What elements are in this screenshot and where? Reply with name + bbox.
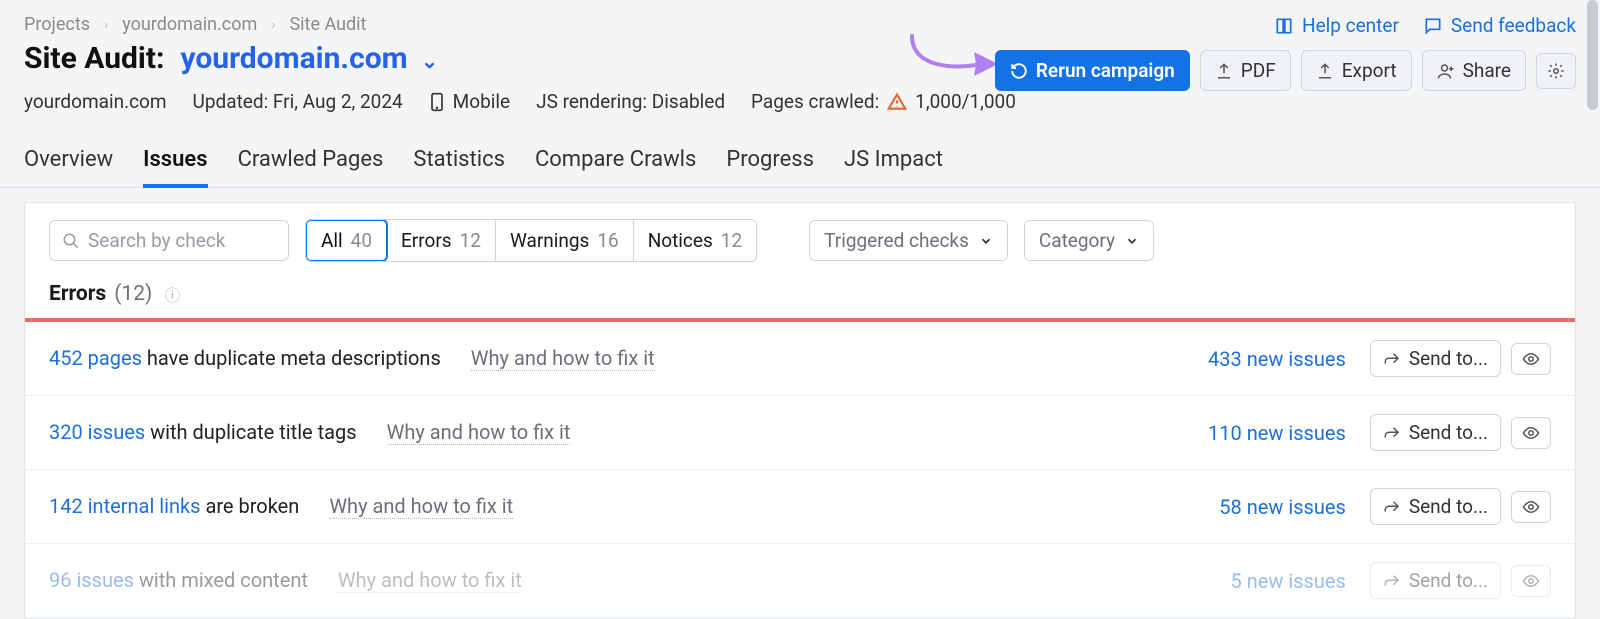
why-how-link[interactable]: Why and how to fix it <box>471 346 655 371</box>
meta-updated: Updated: Fri, Aug 2, 2024 <box>193 90 403 113</box>
send-to-button[interactable]: Send to... <box>1370 562 1501 599</box>
eye-icon <box>1520 424 1542 442</box>
settings-button[interactable] <box>1536 53 1576 89</box>
segment-all[interactable]: All 40 <box>305 219 388 262</box>
chevron-down-icon: ⌄ <box>421 49 438 73</box>
send-feedback-link[interactable]: Send feedback <box>1423 14 1576 37</box>
send-feedback-label: Send feedback <box>1451 14 1576 37</box>
why-how-link[interactable]: Why and how to fix it <box>338 568 522 593</box>
segment-errors[interactable]: Errors 12 <box>387 220 496 261</box>
pdf-label: PDF <box>1241 59 1276 82</box>
tab-compare-crawls[interactable]: Compare Crawls <box>535 147 696 187</box>
mobile-icon <box>429 92 445 112</box>
segment-notices[interactable]: Notices 12 <box>634 220 756 261</box>
issue-row: 320 issues with duplicate title tags Why… <box>25 396 1575 470</box>
eye-icon <box>1520 350 1542 368</box>
hide-button[interactable] <box>1511 491 1551 523</box>
help-center-link[interactable]: Help center <box>1274 14 1399 37</box>
page-title: Site Audit: yourdomain.com ⌄ <box>24 41 438 76</box>
meta-device: Mobile <box>429 90 510 113</box>
scrollbar-thumb[interactable] <box>1587 0 1598 110</box>
tab-progress[interactable]: Progress <box>726 147 814 187</box>
segment-warnings[interactable]: Warnings 16 <box>496 220 634 261</box>
send-to-button[interactable]: Send to... <box>1370 340 1501 377</box>
hide-button[interactable] <box>1511 343 1551 375</box>
eye-icon <box>1520 498 1542 516</box>
chevron-down-icon <box>979 234 993 248</box>
eye-icon <box>1520 572 1542 590</box>
info-icon[interactable]: ⓘ <box>164 282 180 306</box>
tab-overview[interactable]: Overview <box>24 147 113 187</box>
chat-icon <box>1423 16 1443 36</box>
category-dropdown[interactable]: Category <box>1024 220 1154 261</box>
page-title-label: Site Audit: <box>24 41 164 76</box>
warning-triangle-icon <box>887 92 907 112</box>
new-issues-link[interactable]: 433 new issues <box>1208 347 1346 371</box>
breadcrumb-item[interactable]: Site Audit <box>289 14 366 35</box>
why-how-link[interactable]: Why and how to fix it <box>387 420 571 445</box>
issue-row: 142 internal links are broken Why and ho… <box>25 470 1575 544</box>
share-arrow-icon <box>1383 498 1401 516</box>
issue-row: 452 pages have duplicate meta descriptio… <box>25 322 1575 396</box>
export-button[interactable]: Export <box>1301 50 1412 91</box>
issues-panel: Search by check All 40 Errors 12 Warning… <box>24 202 1576 619</box>
why-how-link[interactable]: Why and how to fix it <box>329 494 513 519</box>
issue-text[interactable]: 96 issues with mixed content <box>49 568 308 592</box>
severity-filter: All 40 Errors 12 Warnings 16 Notices 12 <box>305 219 757 262</box>
search-input[interactable]: Search by check <box>49 220 289 261</box>
meta-pages-crawled: Pages crawled: 1,000/1,000 <box>751 90 1016 113</box>
tab-js-impact[interactable]: JS Impact <box>844 147 943 187</box>
share-arrow-icon <box>1383 572 1401 590</box>
send-to-button[interactable]: Send to... <box>1370 414 1501 451</box>
pdf-button[interactable]: PDF <box>1200 50 1291 91</box>
project-selector[interactable]: yourdomain.com ⌄ <box>180 41 437 76</box>
refresh-icon <box>1010 62 1028 80</box>
upload-icon <box>1316 62 1334 80</box>
new-issues-link[interactable]: 5 new issues <box>1231 569 1346 593</box>
issue-text[interactable]: 142 internal links are broken <box>49 494 299 518</box>
rerun-campaign-button[interactable]: Rerun campaign <box>995 50 1190 91</box>
section-header: Errors (12) ⓘ <box>25 282 1575 318</box>
tabs: Overview Issues Crawled Pages Statistics… <box>0 113 1600 188</box>
breadcrumb-item[interactable]: yourdomain.com <box>122 14 257 35</box>
share-arrow-icon <box>1383 350 1401 368</box>
help-center-label: Help center <box>1302 14 1399 37</box>
meta-js-rendering: JS rendering: Disabled <box>536 90 725 113</box>
hide-button[interactable] <box>1511 565 1551 597</box>
tab-issues[interactable]: Issues <box>143 147 207 188</box>
chevron-down-icon <box>1125 234 1139 248</box>
add-user-icon <box>1437 62 1455 80</box>
chevron-right-icon: › <box>104 17 108 33</box>
chevron-right-icon: › <box>271 17 275 33</box>
new-issues-link[interactable]: 58 new issues <box>1219 495 1346 519</box>
tab-crawled-pages[interactable]: Crawled Pages <box>238 147 384 187</box>
search-placeholder: Search by check <box>88 229 225 252</box>
triggered-checks-dropdown[interactable]: Triggered checks <box>809 220 1008 261</box>
issue-text[interactable]: 452 pages have duplicate meta descriptio… <box>49 346 441 370</box>
meta-domain: yourdomain.com <box>24 90 167 113</box>
issue-row: 96 issues with mixed content Why and how… <box>25 544 1575 618</box>
rerun-label: Rerun campaign <box>1036 59 1175 82</box>
issue-text[interactable]: 320 issues with duplicate title tags <box>49 420 357 444</box>
section-count: (12) <box>114 282 152 306</box>
breadcrumb-item[interactable]: Projects <box>24 14 90 35</box>
tab-statistics[interactable]: Statistics <box>413 147 505 187</box>
send-to-button[interactable]: Send to... <box>1370 488 1501 525</box>
share-label: Share <box>1463 59 1511 82</box>
export-label: Export <box>1342 59 1397 82</box>
upload-icon <box>1215 62 1233 80</box>
new-issues-link[interactable]: 110 new issues <box>1208 421 1346 445</box>
gear-icon <box>1547 62 1565 80</box>
section-name: Errors <box>49 282 106 306</box>
hide-button[interactable] <box>1511 417 1551 449</box>
search-icon <box>62 232 80 250</box>
share-arrow-icon <box>1383 424 1401 442</box>
book-icon <box>1274 16 1294 36</box>
share-button[interactable]: Share <box>1422 50 1526 91</box>
